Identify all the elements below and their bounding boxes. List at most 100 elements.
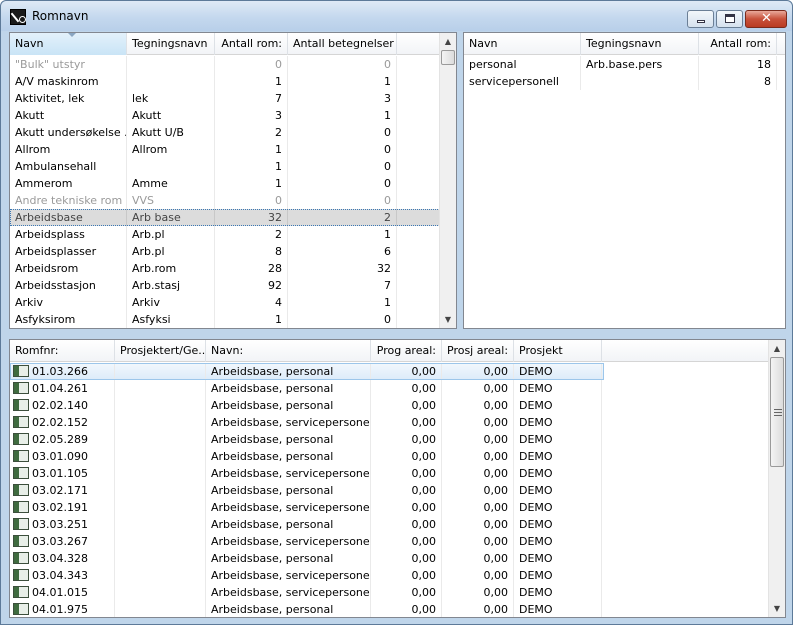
column-header-prog-areal[interactable]: Prog areal:: [371, 340, 442, 362]
table-row[interactable]: Allrom Allrom 1 0: [10, 141, 440, 158]
cell-prosjektert: [115, 448, 206, 465]
scroll-down-icon[interactable]: ▼: [440, 311, 456, 328]
column-header-tegningsnavn[interactable]: Tegningsnavn: [127, 33, 215, 55]
table-row[interactable]: Arbeidsrom Arb.rom 28 32: [10, 260, 440, 277]
table-row[interactable]: 04.01.015 Arbeidsbase, servicepersonell 0,…: [10, 584, 604, 601]
column-header-label: Tegningsnavn: [586, 37, 662, 50]
table-row[interactable]: Arbeidsplasser Arb.pl 8 6: [10, 243, 440, 260]
cell-prog-areal: 0,00: [371, 601, 442, 617]
table-row[interactable]: 04.01.975 Arbeidsbase, personal 0,00 0,00 DE…: [10, 601, 604, 617]
cell-navn: "Bulk" utstyr: [10, 56, 127, 73]
cell-navn: Arbeidsplasser: [10, 243, 127, 260]
table-row[interactable]: A/V maskinrom 1 1: [10, 73, 440, 90]
cell-antall-rom: 1: [215, 311, 288, 328]
rooms-scrollbar[interactable]: ▲ ▼: [768, 340, 785, 617]
column-header-antall-betegnelser[interactable]: Antall betegnelser: [288, 33, 397, 55]
column-header-prosj-areal[interactable]: Prosj areal:: [442, 340, 514, 362]
table-row[interactable]: "Bulk" utstyr 0 0: [10, 56, 440, 73]
cell-navn: Arbeidsbase, personal: [206, 601, 371, 617]
table-row[interactable]: Arbeidsbase Arb base 32 2: [10, 209, 440, 226]
room-number: 03.01.090: [32, 450, 88, 463]
table-row[interactable]: 03.04.343 Arbeidsbase, servicepersonell 0,…: [10, 567, 604, 584]
table-row[interactable]: 03.02.191 Arbeidsbase, servicepersonell 0,…: [10, 499, 604, 516]
table-row[interactable]: 02.02.140 Arbeidsbase, personal 0,00 0,00 DE…: [10, 397, 604, 414]
cell-prosj-areal: 0,00: [442, 448, 514, 465]
table-row[interactable]: personal Arb.base.pers 18: [464, 56, 777, 73]
table-row[interactable]: 03.02.171 Arbeidsbase, personal 0,00 0,00 DE…: [10, 482, 604, 499]
table-row[interactable]: Andre tekniske rom ... VVS 0 0: [10, 192, 440, 209]
cell-tegningsnavn: Asfyksi: [127, 311, 215, 328]
column-header-prosjektert[interactable]: Prosjektert/Ge...: [115, 340, 206, 362]
room-icon: [13, 416, 29, 428]
column-header-prosjekt[interactable]: Prosjekt: [514, 340, 602, 362]
table-row[interactable]: 03.01.090 Arbeidsbase, personal 0,00 0,00 DE…: [10, 448, 604, 465]
designations-grid: Navn Tegningsnavn Antall rom: personal Ar…: [463, 32, 786, 329]
cell-navn: Arbeidsbase, personal: [206, 550, 371, 567]
table-row[interactable]: Ambulansehall 1 0: [10, 158, 440, 175]
table-row[interactable]: Asfyksirom Asfyksi 1 0: [10, 311, 440, 328]
cell-romfnr: 01.04.261: [10, 380, 115, 397]
room-names-scrollbar[interactable]: ▲ ▼: [439, 33, 456, 328]
cell-prosjekt: DEMO: [514, 567, 602, 584]
scroll-up-icon[interactable]: ▲: [440, 33, 456, 50]
room-icon: [13, 365, 29, 377]
table-row[interactable]: Akutt undersøkelse ... Akutt U/B 2 0: [10, 124, 440, 141]
cell-antall-rom: 92: [215, 277, 288, 294]
table-row[interactable]: 02.05.289 Arbeidsbase, personal 0,00 0,00 DE…: [10, 431, 604, 448]
table-row[interactable]: 01.03.266 Arbeidsbase, personal 0,00 0,00 DE…: [10, 363, 604, 380]
cell-prosjektert: [115, 414, 206, 431]
column-header-navn[interactable]: Navn: [10, 33, 127, 55]
cell-prosj-areal: 0,00: [442, 516, 514, 533]
table-row[interactable]: Ammerom Amme 1 0: [10, 175, 440, 192]
scrollbar-thumb[interactable]: [441, 50, 455, 65]
cell-navn: Arbeidsrom: [10, 260, 127, 277]
table-row[interactable]: 03.01.105 Arbeidsbase, servicepersonell 0,…: [10, 465, 604, 482]
room-number: 02.05.289: [32, 433, 88, 446]
title-bar[interactable]: Romnavn ✕: [1, 1, 792, 31]
cell-filler: [397, 209, 440, 226]
table-row[interactable]: servicepersonell 8: [464, 73, 777, 90]
cell-antall-betegnelser: 0: [288, 141, 397, 158]
cell-navn: Arbeidsbase, personal: [206, 380, 371, 397]
table-row[interactable]: 01.04.261 Arbeidsbase, personal 0,00 0,00 DE…: [10, 380, 604, 397]
cell-prosjektert: [115, 482, 206, 499]
column-header-navn[interactable]: Navn: [464, 33, 581, 55]
column-header-romfnr[interactable]: Romfnr:: [10, 340, 115, 362]
scrollbar-thumb[interactable]: [770, 357, 784, 467]
cell-prog-areal: 0,00: [371, 516, 442, 533]
column-header-antall-rom[interactable]: Antall rom:: [215, 33, 288, 55]
maximize-button[interactable]: [716, 10, 743, 28]
cell-romfnr: 03.02.191: [10, 499, 115, 516]
cell-prosj-areal: 0,00: [442, 482, 514, 499]
cell-prosj-areal: 0,00: [442, 550, 514, 567]
cell-prosjektert: [115, 431, 206, 448]
room-icon: [13, 467, 29, 479]
column-header-antall-rom[interactable]: Antall rom:: [699, 33, 777, 55]
scroll-down-icon[interactable]: ▼: [769, 600, 785, 617]
minimize-button[interactable]: [687, 10, 714, 28]
column-header-navn[interactable]: Navn:: [206, 340, 371, 362]
table-row[interactable]: Akutt Akutt 3 1: [10, 107, 440, 124]
table-row[interactable]: 02.02.152 Arbeidsbase, servicepersonell 0,…: [10, 414, 604, 431]
cell-navn: Arbeidsbase: [10, 209, 127, 226]
table-row[interactable]: 03.03.267 Arbeidsbase, servicepersonell 0,…: [10, 533, 604, 550]
table-row[interactable]: 03.03.251 Arbeidsbase, personal 0,00 0,00 DE…: [10, 516, 604, 533]
table-row[interactable]: Arbeidsstasjon Arb.stasj 92 7: [10, 277, 440, 294]
close-button[interactable]: ✕: [745, 10, 787, 28]
table-row[interactable]: Aktivitet, lek lek 7 3: [10, 90, 440, 107]
cell-prosjektert: [115, 550, 206, 567]
scroll-up-icon[interactable]: ▲: [769, 340, 785, 357]
cell-navn: Ammerom: [10, 175, 127, 192]
cell-prosj-areal: 0,00: [442, 584, 514, 601]
table-row[interactable]: Arbeidsplass Arb.pl 2 1: [10, 226, 440, 243]
room-icon: [13, 586, 29, 598]
cell-filler: [397, 124, 440, 141]
room-number: 03.04.343: [32, 569, 88, 582]
table-row[interactable]: 03.04.328 Arbeidsbase, personal 0,00 0,00 DE…: [10, 550, 604, 567]
table-row[interactable]: Arkiv Arkiv 4 1: [10, 294, 440, 311]
cell-antall-betegnelser: 1: [288, 226, 397, 243]
cell-tegningsnavn: Amme: [127, 175, 215, 192]
cell-prosj-areal: 0,00: [442, 397, 514, 414]
cell-navn: Arbeidsbase, servicepersonell: [206, 567, 371, 584]
column-header-tegningsnavn[interactable]: Tegningsnavn: [581, 33, 699, 55]
